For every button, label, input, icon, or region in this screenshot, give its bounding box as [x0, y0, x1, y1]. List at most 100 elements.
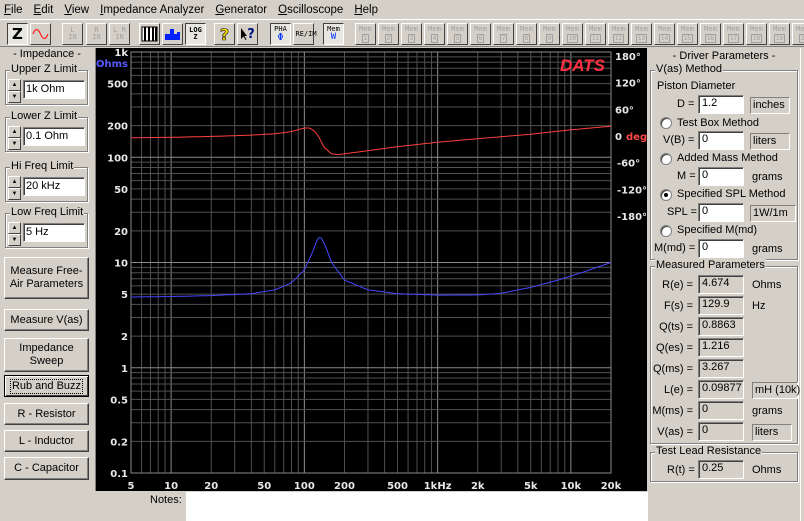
- mem-slot-20-button[interactable]: Mem2: [792, 23, 804, 45]
- mem-slot-label: Mem: [543, 24, 556, 33]
- y-tick-label: 5: [121, 290, 128, 301]
- r-in-button[interactable]: R IN: [86, 23, 107, 45]
- mem-slot-1-button[interactable]: Mem 1: [355, 23, 376, 45]
- mem-slot-number: 2: [798, 33, 804, 43]
- lower-z-limit-label: Lower Z Limit: [10, 110, 79, 122]
- menu-view[interactable]: View: [64, 4, 89, 16]
- mem-slot-4-button[interactable]: Mem 4: [424, 23, 445, 45]
- measure-free-air-button[interactable]: Measure Free-Air Parameters: [4, 257, 89, 299]
- measured-param-label: Q(ts) =: [659, 321, 693, 333]
- menu-help[interactable]: Help: [354, 4, 378, 16]
- lr-in-button[interactable]: L R IN: [109, 23, 130, 45]
- toolbar: Z L IN R IN L R IN LOG Z ? ? PHA Φ RE/IM …: [0, 19, 804, 47]
- spin-down-icon[interactable]: ▼: [8, 91, 21, 103]
- help-button[interactable]: ?: [214, 23, 235, 45]
- test-lead-resistance-group: Test Lead Resistance R(t) = 0.25 Ohms: [650, 445, 798, 482]
- upper-z-spinner[interactable]: ▲ ▼: [8, 79, 21, 103]
- spin-up-icon[interactable]: ▲: [8, 79, 21, 91]
- resistor-button[interactable]: R - Resistor: [4, 403, 89, 425]
- phi-icon: Φ: [277, 32, 284, 43]
- low-freq-limit-input[interactable]: 5 Hz: [23, 223, 85, 242]
- menu-edit[interactable]: Edit: [34, 4, 54, 16]
- mem-slot-19-button[interactable]: Mem 19: [769, 23, 790, 45]
- d-input[interactable]: 1.2: [698, 95, 744, 114]
- mem-slot-number: 6: [476, 33, 485, 43]
- phase-button[interactable]: PHA Φ: [270, 23, 291, 45]
- y2-tick-label: 0: [615, 132, 622, 143]
- mem-slot-12-button[interactable]: Mem 12: [608, 23, 629, 45]
- mem-slot-5-button[interactable]: Mem 5: [447, 23, 468, 45]
- specified-spl-radio[interactable]: [660, 189, 672, 201]
- test-lead-resistance-label: Test Lead Resistance: [655, 445, 763, 457]
- mem-write-button[interactable]: Mem W: [323, 23, 344, 45]
- mem-slot-17-button[interactable]: Mem 17: [723, 23, 744, 45]
- spin-up-icon[interactable]: ▲: [8, 176, 21, 188]
- test-box-label: Test Box Method: [677, 117, 759, 129]
- x-tick-label: 1kHz: [424, 481, 452, 491]
- hi-freq-limit-input[interactable]: 20 kHz: [23, 177, 85, 196]
- lower-z-limit-input[interactable]: 0.1 Ohm: [23, 127, 85, 146]
- menu-impedance-analyzer[interactable]: Impedance Analyzer: [100, 4, 204, 16]
- capacitor-button[interactable]: C - Capacitor: [4, 457, 89, 480]
- mem-slot-16-button[interactable]: Mem 16: [700, 23, 721, 45]
- re-im-button[interactable]: RE/IM: [293, 23, 317, 45]
- y-tick-label: 0.2: [110, 437, 128, 448]
- spin-up-icon[interactable]: ▲: [8, 222, 21, 234]
- vb-input[interactable]: 0: [698, 131, 744, 150]
- mem-slot-3-button[interactable]: Mem 3: [401, 23, 422, 45]
- dats-logo: DATS: [560, 56, 606, 75]
- inductor-button[interactable]: L - Inductor: [4, 430, 89, 452]
- l-in-button[interactable]: L IN: [62, 23, 83, 45]
- rub-and-buzz-label: Rub and Buzz: [9, 378, 84, 394]
- upper-z-limit-input[interactable]: 1k Ohm: [23, 80, 85, 99]
- test-box-radio[interactable]: [660, 117, 672, 129]
- mem-slot-label: Mem: [727, 24, 740, 33]
- specified-mmd-radio[interactable]: [660, 225, 672, 237]
- menu-file[interactable]: File: [4, 4, 23, 16]
- spin-down-icon[interactable]: ▼: [8, 188, 21, 200]
- keyboard-button[interactable]: [139, 23, 160, 45]
- mem-slot-7-button[interactable]: Mem 7: [493, 23, 514, 45]
- mem-slot-9-button[interactable]: Mem 9: [539, 23, 560, 45]
- spin-down-icon[interactable]: ▼: [8, 138, 21, 150]
- lower-z-spinner[interactable]: ▲ ▼: [8, 126, 21, 150]
- mem-slot-number: 13: [635, 33, 648, 43]
- hi-freq-limit-group: Hi Freq Limit ▲ ▼ 20 kHz: [5, 160, 88, 202]
- mem-slot-10-button[interactable]: Mem 10: [562, 23, 583, 45]
- specified-spl-label: Specified SPL Method: [677, 188, 786, 200]
- mem-slot-number: 15: [681, 33, 694, 43]
- notes-input[interactable]: [186, 492, 648, 521]
- bar-graph-button[interactable]: [162, 23, 183, 45]
- mem-slot-2-button[interactable]: Mem 2: [378, 23, 399, 45]
- mem-slot-8-button[interactable]: Mem 8: [516, 23, 537, 45]
- spl-input[interactable]: 0: [698, 203, 744, 222]
- impedance-sweep-button[interactable]: Impedance Sweep: [4, 338, 89, 372]
- mmd-input[interactable]: 0: [698, 239, 744, 258]
- rub-and-buzz-button[interactable]: Rub and Buzz: [4, 375, 89, 397]
- mem-slot-11-button[interactable]: Mem 11: [585, 23, 606, 45]
- y-tick-label: 2: [121, 332, 128, 343]
- mem-slot-14-button[interactable]: Mem 14: [654, 23, 675, 45]
- context-help-button[interactable]: ?: [237, 23, 258, 45]
- specified-mmd-label: Specified M(md): [677, 224, 758, 236]
- mem-slot-number: 10: [566, 33, 579, 43]
- generator-mode-button[interactable]: [30, 23, 51, 45]
- impedance-mode-button[interactable]: Z: [7, 23, 28, 45]
- spin-down-icon[interactable]: ▼: [8, 234, 21, 246]
- mem-slot-number: 7: [499, 33, 508, 43]
- added-mass-radio[interactable]: [660, 153, 672, 165]
- mem-slot-6-button[interactable]: Mem 6: [470, 23, 491, 45]
- menu-oscilloscope[interactable]: Oscilloscope: [278, 4, 343, 16]
- mem-slot-15-button[interactable]: Mem 15: [677, 23, 698, 45]
- measure-vas-button[interactable]: Measure V(as): [4, 309, 89, 331]
- m-input[interactable]: 0: [698, 167, 744, 186]
- spin-up-icon[interactable]: ▲: [8, 126, 21, 138]
- log-z-button[interactable]: LOG Z: [185, 23, 206, 45]
- menu-generator[interactable]: Generator: [215, 4, 267, 16]
- mem-slot-13-button[interactable]: Mem 13: [631, 23, 652, 45]
- measured-parameters-label: Measured Parameters: [655, 259, 766, 271]
- hi-freq-spinner[interactable]: ▲ ▼: [8, 176, 21, 200]
- low-freq-spinner[interactable]: ▲ ▼: [8, 222, 21, 246]
- mem-slot-18-button[interactable]: Mem 18: [746, 23, 767, 45]
- mem-slot-label: Mem: [612, 24, 625, 33]
